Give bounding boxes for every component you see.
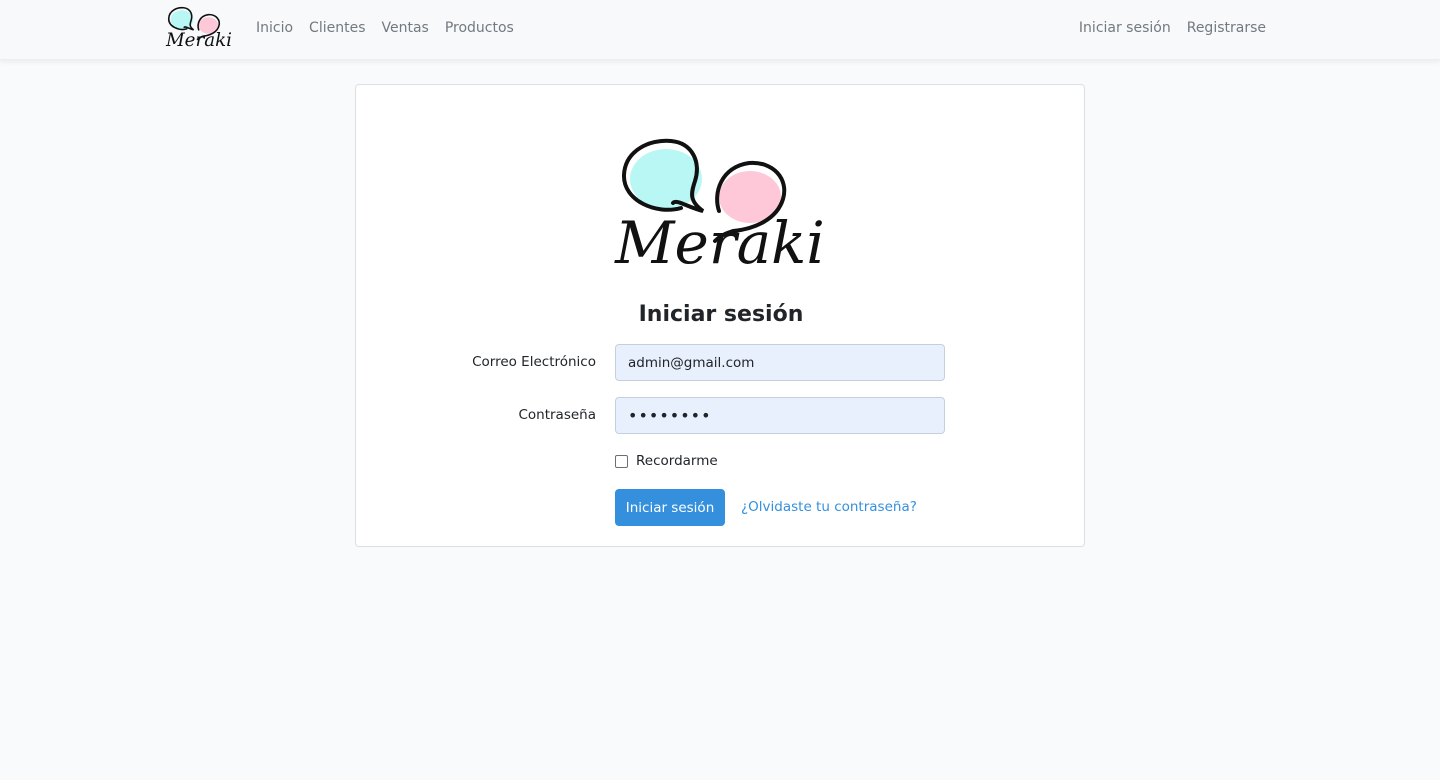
nav-clientes[interactable]: Clientes bbox=[301, 20, 373, 36]
login-submit-button[interactable]: Iniciar sesión bbox=[615, 489, 725, 526]
login-card: Meraki Iniciar sesión Correo Electrónico… bbox=[355, 84, 1085, 547]
nav-productos[interactable]: Productos bbox=[437, 20, 522, 36]
nav-iniciar-sesion[interactable]: Iniciar sesión bbox=[1071, 20, 1179, 36]
remember-row: Recordarme bbox=[615, 453, 718, 469]
email-field[interactable] bbox=[615, 344, 945, 381]
password-label: Contraseña bbox=[518, 407, 596, 423]
nav-auth-links: Iniciar sesión Registrarse bbox=[1071, 0, 1274, 56]
meraki-logo-small[interactable]: Meraki bbox=[164, 5, 234, 49]
login-title: Iniciar sesión bbox=[638, 302, 804, 327]
svg-text:Meraki: Meraki bbox=[165, 30, 232, 49]
remember-checkbox[interactable] bbox=[615, 454, 628, 468]
svg-text:Meraki: Meraki bbox=[614, 209, 825, 269]
password-field[interactable] bbox=[615, 397, 945, 434]
top-navbar: Meraki Inicio Clientes Ventas Productos … bbox=[0, 0, 1440, 60]
meraki-logo-large: Meraki bbox=[614, 138, 825, 269]
remember-label[interactable]: Recordarme bbox=[636, 453, 718, 469]
forgot-password-link[interactable]: ¿Olvidaste tu contraseña? bbox=[741, 499, 917, 515]
nav-ventas[interactable]: Ventas bbox=[373, 20, 436, 36]
nav-registrarse[interactable]: Registrarse bbox=[1179, 20, 1274, 36]
nav-main-links: Inicio Clientes Ventas Productos bbox=[248, 0, 522, 56]
nav-inicio[interactable]: Inicio bbox=[248, 20, 301, 36]
email-label: Correo Electrónico bbox=[472, 354, 596, 370]
